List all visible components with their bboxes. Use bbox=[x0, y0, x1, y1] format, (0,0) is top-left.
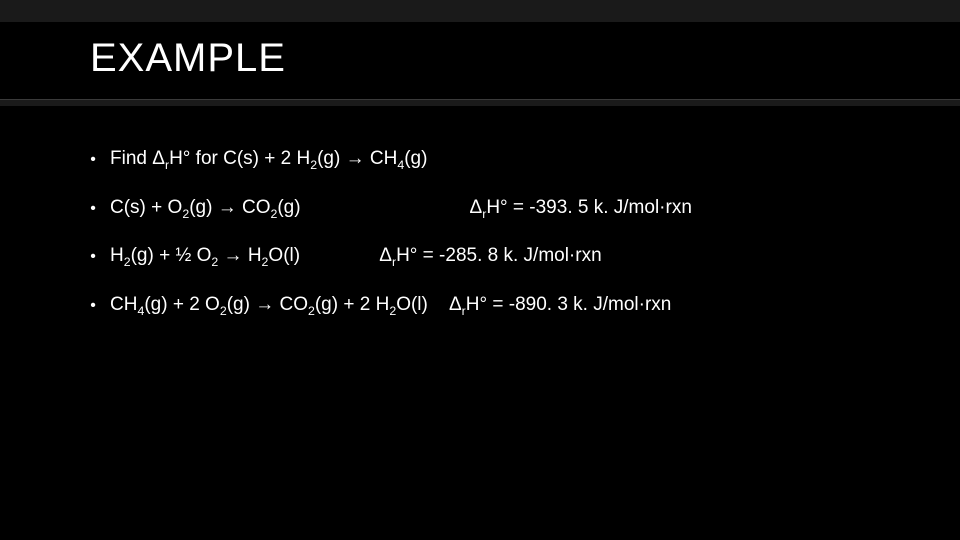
bullet-4-text: CH4(g) + 2 O2(g) → CO2(g) + 2 H2O(l) ΔrH… bbox=[110, 292, 671, 319]
bullet-4: • CH4(g) + 2 O2(g) → CO2(g) + 2 H2O(l) Δ… bbox=[90, 292, 900, 319]
bullet-dot-icon: • bbox=[90, 295, 96, 317]
bullet-dot-icon: • bbox=[90, 149, 96, 171]
slide-title: EXAMPLE bbox=[90, 36, 960, 81]
content-area: • Find ΔrH° for C(s) + 2 H2(g) → CH4(g) … bbox=[0, 106, 960, 318]
bullet-dot-icon: • bbox=[90, 198, 96, 220]
bullet-1: • Find ΔrH° for C(s) + 2 H2(g) → CH4(g) bbox=[90, 146, 900, 173]
top-bar bbox=[0, 0, 960, 22]
bullet-1-text: Find ΔrH° for C(s) + 2 H2(g) → CH4(g) bbox=[110, 146, 427, 173]
bullet-3-text: H2(g) + ½ O2 → H2O(l) ΔrH° = -285. 8 k. … bbox=[110, 243, 602, 270]
bullet-3: • H2(g) + ½ O2 → H2O(l) ΔrH° = -285. 8 k… bbox=[90, 243, 900, 270]
bullet-dot-icon: • bbox=[90, 246, 96, 268]
slide: EXAMPLE • Find ΔrH° for C(s) + 2 H2(g) →… bbox=[0, 0, 960, 540]
title-band: EXAMPLE bbox=[0, 22, 960, 100]
bullet-2: • C(s) + O2(g) → CO2(g) ΔrH° = -393. 5 k… bbox=[90, 195, 900, 222]
bullet-2-text: C(s) + O2(g) → CO2(g) ΔrH° = -393. 5 k. … bbox=[110, 195, 692, 222]
